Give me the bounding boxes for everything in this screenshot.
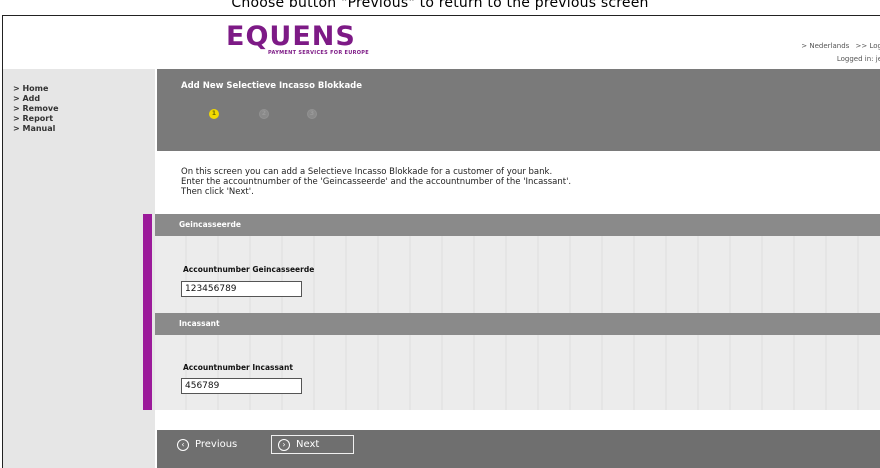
intro-line-3: Then click 'Next'. [181, 187, 254, 197]
section-header-geincasseerde: Geincasseerde [155, 214, 880, 236]
intro-line-1: On this screen you can add a Selectieve … [181, 167, 553, 177]
sidebar: > Home > Add > Remove > Report > Manual [3, 69, 155, 468]
language-link[interactable]: > Nederlands [801, 42, 849, 50]
previous-button-label: Previous [195, 439, 238, 450]
sidebar-item-remove[interactable]: > Remove [3, 104, 155, 114]
form-accent-bar [143, 214, 152, 410]
logged-in-status: Logged in: je [836, 55, 880, 63]
geincasseerde-label: Accountnumber Geincasseerde [183, 265, 315, 274]
section-title-geincasseerde: Geincasseerde [179, 220, 241, 229]
sidebar-item-add[interactable]: > Add [3, 94, 155, 104]
incassant-account-input[interactable] [181, 378, 302, 394]
chevron-right-icon: › [278, 438, 290, 451]
logo-wordmark: EQUENS [226, 21, 356, 52]
instruction-caption: Choose button "Previous" to return to th… [231, 0, 649, 11]
section-header-incassant: Incassant [155, 313, 880, 335]
geincasseerde-account-input[interactable] [181, 281, 302, 297]
section-body-geincasseerde [155, 236, 880, 313]
wizard-footer: ‹ Previous › Next [157, 430, 880, 468]
sidebar-item-manual[interactable]: > Manual [3, 124, 155, 134]
sidebar-item-home[interactable]: > Home [3, 84, 155, 94]
step-indicator-2: 2 [259, 109, 269, 119]
intro-line-2: Enter the accountnumber of the 'Geincass… [181, 177, 572, 187]
next-button-label: Next [296, 439, 320, 450]
page-header: Add New Selectieve Incasso Blokkade 1 2 … [157, 69, 880, 151]
sidebar-nav: > Home > Add > Remove > Report > Manual [3, 84, 155, 134]
section-body-incassant [155, 335, 880, 410]
logo-tagline: PAYMENT SERVICES FOR EUROPE [268, 50, 369, 56]
page-title: Add New Selectieve Incasso Blokkade [181, 81, 363, 91]
intro-text: On this screen you can add a Selectieve … [181, 167, 571, 197]
step-indicator-3: 3 [307, 109, 317, 119]
step-indicator-1: 1 [209, 109, 219, 119]
next-button[interactable]: › Next [271, 435, 354, 454]
incassant-label: Accountnumber Incassant [183, 363, 293, 372]
chevron-left-icon: ‹ [177, 438, 189, 451]
logout-link[interactable]: >> Log [856, 42, 880, 50]
top-links: > Nederlands >> Log [797, 42, 880, 50]
previous-button[interactable]: ‹ Previous [177, 435, 237, 454]
section-title-incassant: Incassant [179, 319, 220, 328]
equens-logo: EQUENS PAYMENT SERVICES FOR EUROPE [226, 22, 396, 60]
sidebar-item-report[interactable]: > Report [3, 114, 155, 124]
